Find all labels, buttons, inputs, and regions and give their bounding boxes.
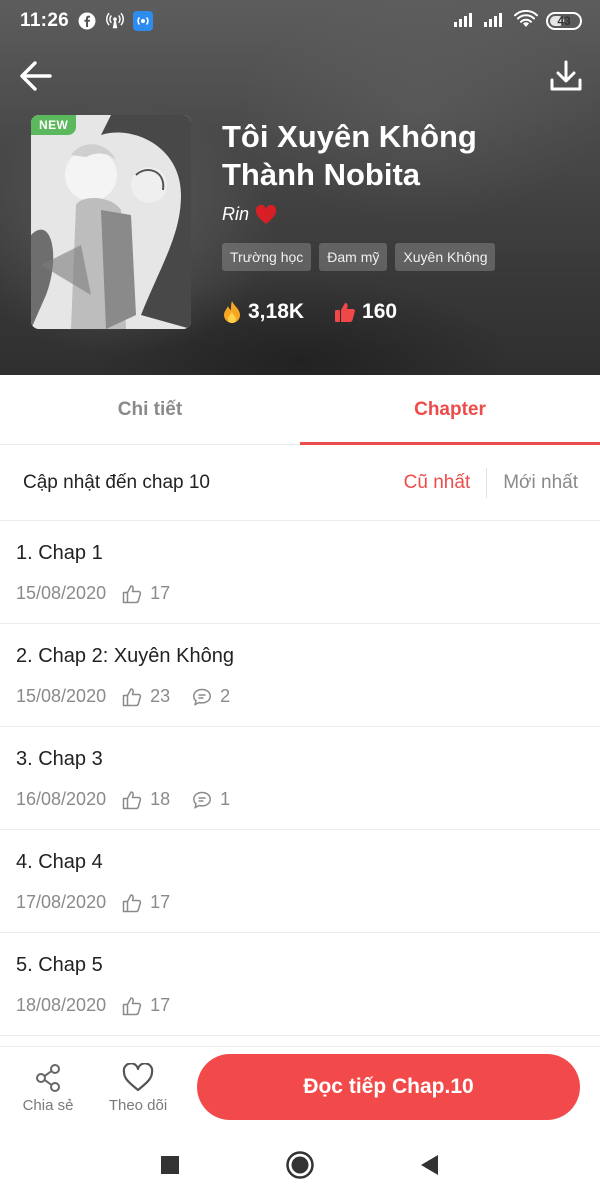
tag[interactable]: Đam mỹ (319, 243, 388, 271)
cover-artwork (31, 115, 191, 329)
triangle-back-icon (421, 1155, 438, 1175)
sort-oldest-button[interactable]: Cũ nhất (388, 472, 487, 494)
chapter-item[interactable]: 4. Chap 4 17/08/2020 17 (0, 830, 600, 933)
comment-icon (193, 688, 212, 706)
chapter-meta: 17/08/2020 17 (16, 892, 584, 913)
story-header: 11:26 43 NEW Tôi Xuyên Không Thành Nobit… (0, 0, 600, 375)
chapter-date: 18/08/2020 (16, 995, 107, 1015)
app-notification-icon (133, 11, 154, 31)
chapter-list: 1. Chap 1 15/08/2020 17 2. Chap 2: Xuyên… (0, 521, 600, 1036)
story-cover-image[interactable] (31, 115, 191, 329)
status-time: 11:26 (20, 10, 70, 31)
chapter-title: 2. Chap 2: Xuyên Không (16, 645, 234, 667)
thumbs-up-icon (335, 303, 355, 322)
bottom-action-bar: Chia sẻ Theo dõi Đọc tiếp Chap.10 (0, 1046, 600, 1130)
system-navigation-bar (0, 1130, 600, 1200)
thumbs-up-outline-icon (122, 893, 142, 912)
share-label: Chia sẻ (22, 1097, 74, 1114)
download-icon (550, 60, 582, 91)
new-badge: NEW (31, 115, 77, 135)
views-stat: 3,18K (222, 300, 304, 324)
wifi-icon (514, 9, 538, 33)
arrow-left-icon (20, 61, 52, 91)
chapter-item[interactable]: 3. Chap 3 16/08/2020 18 1 (0, 727, 600, 830)
update-status: Cập nhật đến chap 10 (23, 471, 210, 493)
back-button[interactable] (14, 54, 58, 98)
chapter-title: 5. Chap 5 (16, 954, 103, 976)
tab-chapter[interactable]: Chapter (300, 375, 600, 445)
chapter-like-count: 17 (150, 892, 171, 912)
chapter-sort-bar: Cập nhật đến chap 10 Cũ nhất Mới nhất (0, 445, 600, 521)
fire-icon (224, 301, 240, 323)
circle-icon (286, 1151, 314, 1179)
chapter-meta: 18/08/2020 17 (16, 995, 584, 1016)
hotspot-icon (105, 11, 125, 31)
follow-button[interactable]: Theo dõi (93, 1063, 183, 1114)
chapter-title: 4. Chap 4 (16, 851, 103, 873)
chapter-item[interactable]: 5. Chap 5 18/08/2020 17 (0, 933, 600, 1036)
sort-newest-button[interactable]: Mới nhất (487, 472, 578, 494)
chapter-date: 16/08/2020 (16, 789, 107, 809)
chapter-meta: 15/08/2020 17 (16, 583, 584, 604)
story-title: Tôi Xuyên Không Thành Nobita (222, 119, 477, 192)
chapter-comments: 2 (192, 686, 230, 707)
likes-stat: 160 (334, 300, 397, 324)
continue-reading-button[interactable]: Đọc tiếp Chap.10 (197, 1054, 580, 1120)
home-button[interactable] (280, 1145, 320, 1185)
heart-icon (255, 204, 277, 224)
chapter-like-count: 18 (150, 789, 171, 809)
facebook-icon (77, 11, 97, 31)
chapter-comment-count: 2 (220, 686, 231, 706)
chapter-date: 15/08/2020 (16, 583, 107, 603)
chapter-like-count: 17 (150, 583, 171, 603)
chapter-likes: 17 (122, 892, 170, 913)
sort-options: Cũ nhất Mới nhất (388, 467, 578, 498)
likes-count: 160 (362, 300, 398, 323)
chapter-comments: 1 (192, 789, 230, 810)
chapter-comment-count: 1 (220, 789, 231, 809)
share-button[interactable]: Chia sẻ (3, 1063, 93, 1114)
signal-icon (454, 11, 476, 32)
battery-indicator: 43 (546, 12, 582, 30)
tag[interactable]: Trường học (222, 243, 312, 271)
share-icon (36, 1064, 60, 1092)
story-tabs: Chi tiết Chapter (0, 375, 600, 445)
author-name: Rin (222, 204, 250, 224)
story-tags: Trường học Đam mỹ Xuyên Không (222, 243, 496, 271)
follow-label: Theo dõi (108, 1097, 168, 1114)
chapter-title: 3. Chap 3 (16, 748, 103, 770)
chapter-meta: 15/08/2020 23 2 (16, 686, 584, 707)
signal-icon (484, 11, 506, 32)
chapter-meta: 16/08/2020 18 1 (16, 789, 584, 810)
chapter-title: 1. Chap 1 (16, 542, 103, 564)
chapter-item[interactable]: 2. Chap 2: Xuyên Không 15/08/2020 23 2 (0, 624, 600, 727)
views-count: 3,18K (248, 300, 305, 323)
status-bar: 11:26 43 (0, 0, 600, 42)
chapter-likes: 18 (122, 789, 170, 810)
comment-icon (193, 791, 212, 809)
chapter-likes: 23 (122, 686, 170, 707)
battery-level: 43 (557, 14, 571, 28)
chapter-like-count: 23 (150, 686, 171, 706)
tab-details[interactable]: Chi tiết (0, 375, 300, 444)
chapter-likes: 17 (122, 583, 170, 604)
chapter-likes: 17 (122, 995, 170, 1016)
recent-apps-button[interactable] (150, 1145, 190, 1185)
chapter-item[interactable]: 1. Chap 1 15/08/2020 17 (0, 521, 600, 624)
story-stats: 3,18K 160 (222, 300, 397, 324)
thumbs-up-outline-icon (122, 687, 142, 706)
thumbs-up-outline-icon (122, 584, 142, 603)
download-button[interactable] (544, 54, 588, 98)
chapter-date: 15/08/2020 (16, 686, 107, 706)
chapter-like-count: 17 (150, 995, 171, 1015)
heart-outline-icon (122, 1063, 154, 1092)
chapter-date: 17/08/2020 (16, 892, 107, 912)
tag[interactable]: Xuyên Không (395, 243, 496, 271)
story-author[interactable]: Rin (222, 204, 277, 225)
thumbs-up-outline-icon (122, 790, 142, 809)
back-nav-button[interactable] (410, 1145, 450, 1185)
square-icon (161, 1156, 179, 1174)
thumbs-up-outline-icon (122, 996, 142, 1015)
